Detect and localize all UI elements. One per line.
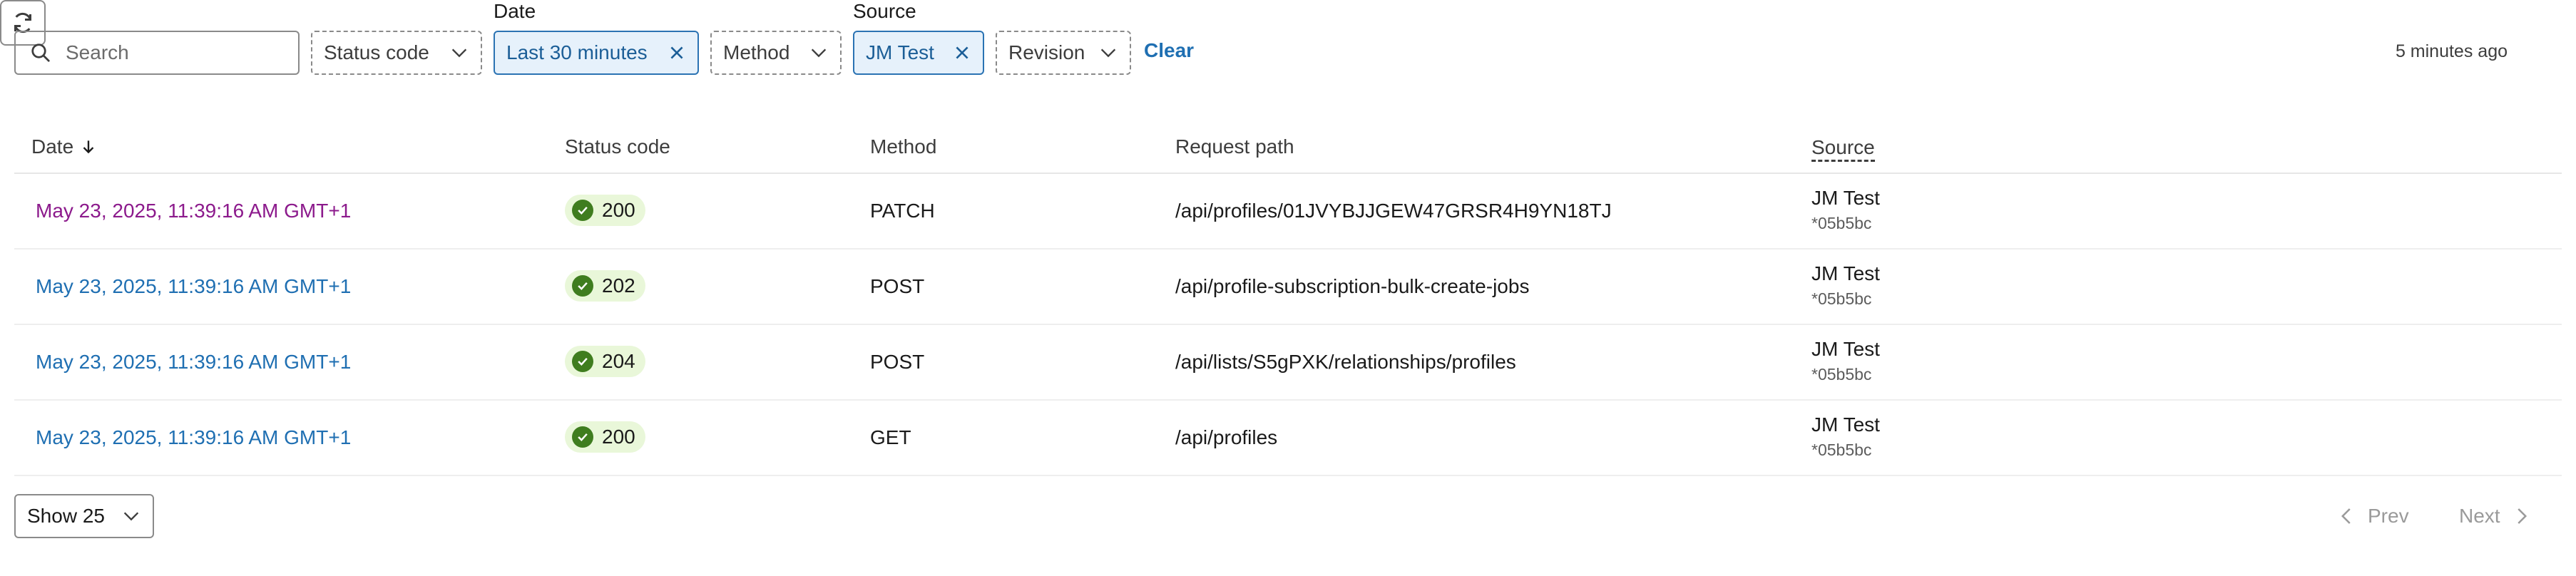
row-3-status-badge: 204 (565, 346, 645, 377)
row-divider (14, 399, 2562, 401)
column-header-method: Method (870, 135, 937, 158)
source-filter-heading: Source (853, 0, 916, 22)
row-3-request-path: /api/lists/S5gPXK/relationships/profiles (1175, 351, 1516, 373)
row-2-request-path: /api/profile-subscription-bulk-create-jo… (1175, 275, 1530, 297)
chevron-down-icon (811, 48, 827, 58)
row-4-status-badge: 200 (565, 421, 645, 453)
chevron-down-icon (451, 48, 467, 58)
next-page-button[interactable]: Next (2459, 505, 2532, 528)
row-1-source: JM Test (1811, 187, 1880, 209)
table-header-divider (14, 173, 2562, 174)
row-3-revision: *05b5bc (1811, 365, 1872, 384)
column-header-date[interactable]: Date (31, 135, 98, 158)
sort-down-arrow-icon (83, 140, 94, 154)
row-4-status-code: 200 (602, 426, 635, 448)
column-header-date-label: Date (31, 135, 74, 158)
prev-page-button[interactable]: Prev (2336, 505, 2409, 528)
next-page-label: Next (2459, 505, 2500, 527)
method-filter[interactable]: Method (710, 31, 842, 75)
row-divider (14, 324, 2562, 325)
row-2-revision: *05b5bc (1811, 289, 1872, 308)
date-filter-heading: Date (494, 0, 536, 22)
date-filter-value: Last 30 minutes (506, 41, 648, 63)
column-header-status-code: Status code (565, 135, 670, 158)
row-4-method: GET (870, 426, 911, 448)
row-2-status-badge: 202 (565, 270, 645, 302)
source-filter[interactable]: JM Test (853, 31, 984, 75)
row-2-date-link[interactable]: May 23, 2025, 11:39:16 AM GMT+1 (36, 275, 351, 298)
status-code-filter-label: Status code (324, 41, 429, 63)
row-1-date-link[interactable]: May 23, 2025, 11:39:16 AM GMT+1 (36, 200, 351, 222)
page-size-select[interactable]: Show 25 (14, 494, 154, 538)
chevron-down-icon (123, 512, 139, 521)
row-1-status-code: 200 (602, 199, 635, 221)
row-1-method: PATCH (870, 200, 935, 222)
date-filter[interactable]: Last 30 minutes (494, 31, 699, 75)
last-updated-text: 5 minutes ago (2395, 41, 2508, 61)
search-icon (31, 43, 50, 62)
row-divider (14, 475, 2562, 476)
revision-filter[interactable]: Revision (996, 31, 1131, 75)
close-icon[interactable] (953, 43, 971, 62)
close-icon[interactable] (668, 43, 686, 62)
clear-filters-link[interactable]: Clear (1144, 39, 1194, 62)
row-4-date-link[interactable]: May 23, 2025, 11:39:16 AM GMT+1 (36, 426, 351, 449)
row-2-status-code: 202 (602, 274, 635, 297)
check-circle-icon (572, 351, 593, 372)
chevron-right-icon (2517, 508, 2527, 524)
row-3-source: JM Test (1811, 338, 1880, 360)
row-1-request-path: /api/profiles/01JVYBJJGEW47GRSR4H9YN18TJ (1175, 200, 1612, 222)
row-4-revision: *05b5bc (1811, 441, 1872, 459)
check-circle-icon (572, 275, 593, 297)
row-4-request-path: /api/profiles (1175, 426, 1278, 448)
page-size-value: Show 25 (27, 505, 105, 527)
row-divider (14, 248, 2562, 250)
row-3-method: POST (870, 351, 925, 373)
method-filter-label: Method (723, 41, 790, 63)
row-4-source: JM Test (1811, 413, 1880, 436)
row-3-date-link[interactable]: May 23, 2025, 11:39:16 AM GMT+1 (36, 351, 351, 374)
row-1-revision: *05b5bc (1811, 214, 1872, 232)
status-code-filter[interactable]: Status code (311, 31, 482, 75)
row-1-status-badge: 200 (565, 195, 645, 226)
chevron-left-icon (2341, 508, 2351, 524)
column-header-source[interactable]: Source (1811, 135, 1875, 162)
column-header-request-path: Request path (1175, 135, 1294, 158)
source-filter-value: JM Test (866, 41, 934, 63)
search-field[interactable]: Search (14, 31, 300, 75)
revision-filter-label: Revision (1008, 41, 1085, 63)
search-placeholder: Search (66, 41, 129, 63)
prev-page-label: Prev (2368, 505, 2409, 527)
row-3-status-code: 204 (602, 350, 635, 372)
row-2-source: JM Test (1811, 262, 1880, 284)
check-circle-icon (572, 200, 593, 221)
row-2-method: POST (870, 275, 925, 297)
check-circle-icon (572, 426, 593, 448)
chevron-down-icon (1100, 48, 1116, 58)
